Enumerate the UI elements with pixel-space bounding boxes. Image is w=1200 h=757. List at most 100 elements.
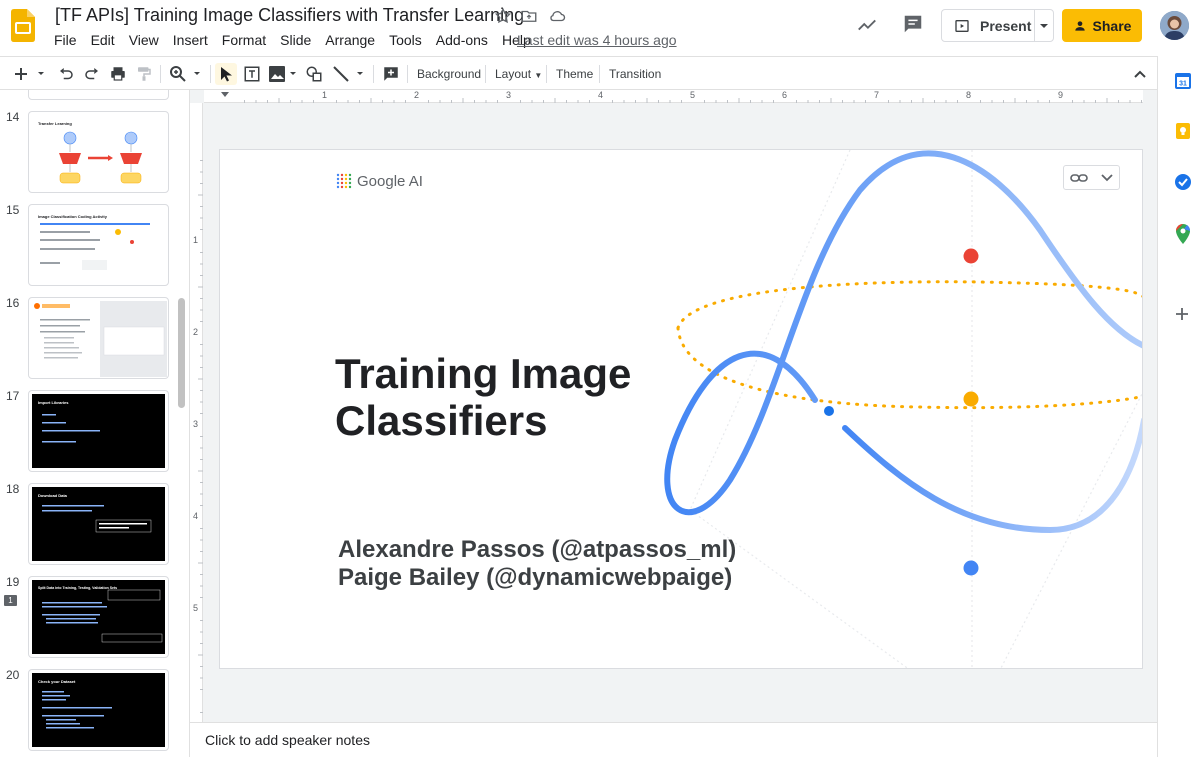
paint-format-icon[interactable] (134, 64, 154, 84)
insert-image-icon[interactable] (267, 64, 299, 84)
google-ai-label: Google AI (357, 172, 423, 190)
last-edit-link[interactable]: Last edit was 4 hours ago (517, 32, 677, 48)
menu-insert[interactable]: Insert (173, 32, 208, 48)
google-ai-logo: Google AI (335, 172, 423, 190)
line-icon[interactable] (331, 64, 367, 84)
slide-thumbnail-15[interactable]: Image Classification Coding Activity (28, 204, 169, 286)
author-line-2[interactable]: Paige Bailey (@dynamicwebpaige) (338, 564, 732, 592)
slide-number: 18 (6, 482, 20, 496)
slide-thumbnail-16[interactable] (28, 297, 169, 379)
new-slide-button[interactable] (12, 64, 46, 84)
slide-canvas[interactable]: Google AI Training Image Classifiers Ale… (219, 149, 1143, 669)
code-lines-preview (42, 505, 152, 533)
menu-arrange[interactable]: Arrange (325, 32, 375, 48)
ruler-ticks (244, 98, 1142, 103)
small-blue-dot (824, 406, 834, 416)
keep-icon[interactable] (1174, 122, 1192, 145)
ruler-tick-label: 8 (966, 90, 972, 100)
slide-number: 14 (6, 110, 20, 124)
menu-addons[interactable]: Add-ons (436, 32, 488, 48)
linked-object-chip[interactable] (1063, 165, 1120, 190)
menu-tools[interactable]: Tools (389, 32, 422, 48)
slide-title[interactable]: Training Image Classifiers (335, 350, 631, 444)
slide-number: 19 (6, 575, 20, 589)
author-line-1[interactable]: Alexandre Passos (@atpassos_ml) (338, 536, 736, 564)
transfer-learning-diagram (59, 131, 142, 184)
background-button[interactable]: Background (417, 67, 481, 81)
toolbar-divider (485, 65, 486, 83)
ruler-tick-label: 2 (193, 327, 199, 337)
ruler-tick-label: 4 (193, 511, 199, 521)
share-button[interactable]: Share (1062, 9, 1142, 42)
zoom-button[interactable] (168, 64, 204, 84)
ruler-tick-label: 5 (193, 603, 199, 613)
slide-number: 15 (6, 203, 20, 217)
comment-indicator-icon[interactable]: 1 (4, 595, 17, 606)
undo-icon[interactable] (56, 64, 76, 84)
link-icon[interactable] (1070, 173, 1089, 183)
shape-icon[interactable] (304, 64, 324, 84)
transition-button[interactable]: Transition (609, 67, 661, 81)
move-folder-icon[interactable] (520, 7, 538, 25)
toolbar-divider (373, 65, 374, 83)
comments-icon[interactable] (902, 13, 924, 40)
slide-number: 20 (6, 668, 20, 682)
indent-marker-icon[interactable] (221, 92, 229, 97)
filmstrip-scrollbar[interactable] (178, 298, 185, 408)
slide-thumbnail[interactable] (28, 90, 169, 100)
slide-thumbnail-19[interactable]: Split Data into Training, Testing, Valid… (28, 576, 169, 658)
maps-icon[interactable] (1175, 224, 1191, 249)
code-lines-preview (42, 589, 163, 643)
layout-button[interactable]: Layout ▼ (495, 67, 542, 81)
present-options-chevron-icon[interactable] (1035, 21, 1053, 31)
chevron-down-icon[interactable] (1101, 173, 1113, 182)
app-header: [TF APIs] Training Image Classifiers wit… (0, 0, 1200, 56)
present-label: Present (980, 17, 1032, 34)
ruler-tick-label: 4 (598, 90, 604, 100)
slide-thumbnail-14[interactable]: Transfer Learning (28, 111, 169, 193)
star-icon[interactable] (494, 7, 512, 25)
ruler-tick-label: 9 (1058, 90, 1064, 100)
present-button[interactable]: Present (941, 9, 1054, 42)
code-lines-preview (42, 414, 100, 443)
activity-dashboard-icon[interactable] (856, 14, 878, 41)
document-title[interactable]: [TF APIs] Training Image Classifiers wit… (55, 5, 524, 26)
menu-edit[interactable]: Edit (91, 32, 115, 48)
ruler-tick-label: 7 (874, 90, 880, 100)
menu-bar: File Edit View Insert Format Slide Arran… (54, 32, 545, 48)
slide-thumbnail-17[interactable]: Import Libraries (28, 390, 169, 472)
slide-number: 17 (6, 389, 20, 403)
slide-title-line-1: Training Image (335, 350, 632, 397)
slide-thumbnail-20[interactable]: Check your Dataset (28, 669, 169, 751)
speaker-notes[interactable]: Click to add speaker notes (190, 722, 1157, 757)
slide-thumbnail-18[interactable]: Download Data (28, 483, 169, 565)
get-addons-plus-icon[interactable] (1174, 306, 1190, 327)
menu-view[interactable]: View (129, 32, 159, 48)
select-cursor-icon[interactable] (215, 63, 237, 85)
slide-filmstrip: 14 Transfer Learning 15 Image Classifica… (0, 90, 190, 757)
collapse-menus-chevron-up-icon[interactable] (1130, 64, 1150, 84)
theme-button[interactable]: Theme (556, 67, 593, 81)
horizontal-ruler: 1 2 3 4 5 6 7 8 9 (204, 90, 1143, 103)
coding-activity-steps (40, 223, 150, 270)
calendar-icon[interactable]: 31 (1174, 72, 1192, 95)
notes-resize-handle[interactable] (663, 714, 685, 727)
google-ai-mark-icon (336, 173, 352, 189)
toolbar-divider (407, 65, 408, 83)
ruler-tick-label: 5 (690, 90, 696, 100)
code-lines-preview (42, 691, 112, 729)
add-comment-icon[interactable] (381, 64, 401, 84)
redo-icon[interactable] (82, 64, 102, 84)
toolbar-divider (210, 65, 211, 83)
tasks-icon[interactable] (1174, 173, 1192, 196)
ruler-ticks (198, 160, 203, 713)
text-box-icon[interactable] (242, 64, 262, 84)
menu-slide[interactable]: Slide (280, 32, 311, 48)
menu-format[interactable]: Format (222, 32, 266, 48)
slide-number: 16 (6, 296, 20, 310)
print-icon[interactable] (108, 64, 128, 84)
menu-file[interactable]: File (54, 32, 77, 48)
slides-logo-icon[interactable] (11, 9, 35, 42)
avatar[interactable] (1160, 11, 1189, 40)
cloud-status-icon[interactable] (548, 7, 566, 25)
